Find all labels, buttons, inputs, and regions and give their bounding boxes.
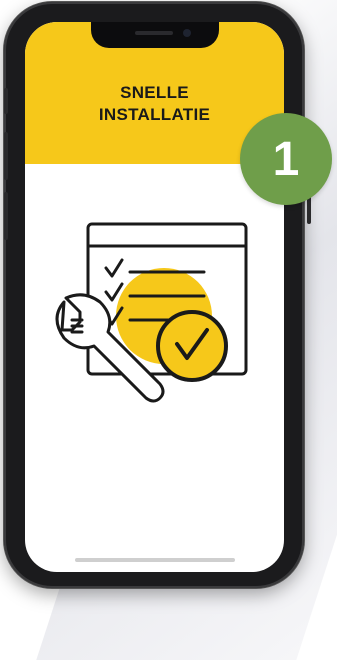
notch <box>91 22 219 48</box>
step-number: 1 <box>272 132 300 186</box>
home-indicator <box>75 558 235 562</box>
volume-down-button <box>4 192 8 240</box>
check-circle-icon <box>156 310 228 382</box>
front-camera <box>183 29 191 37</box>
speaker-grille <box>135 31 173 35</box>
title-line-2: INSTALLATIE <box>98 105 211 124</box>
installation-illustration <box>55 222 248 403</box>
volume-up-button <box>4 132 8 180</box>
mute-switch <box>4 88 8 114</box>
screen-title: SNELLE INSTALLATIE <box>25 82 284 126</box>
title-line-1: SNELLE <box>120 83 189 102</box>
step-badge: 1 <box>240 113 332 205</box>
